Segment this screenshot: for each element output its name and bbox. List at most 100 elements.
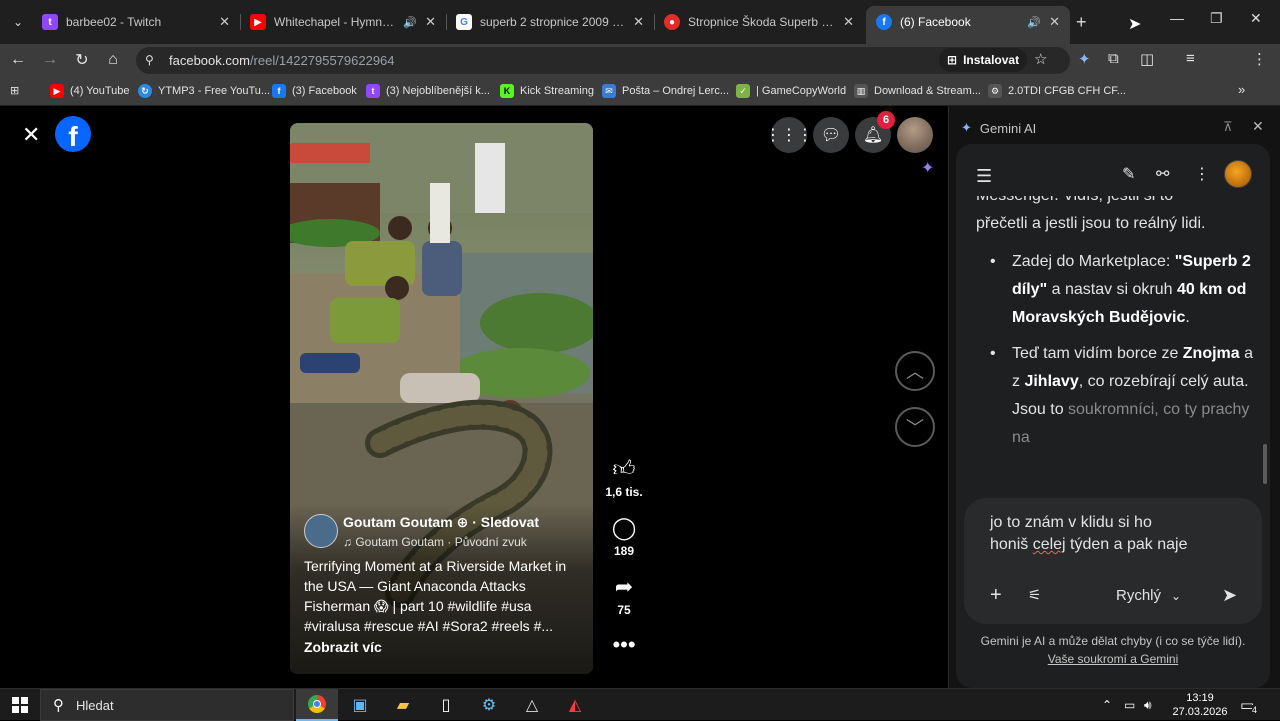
tab-facebook[interactable]: f (6) Facebook 🔊 ✕ xyxy=(866,6,1070,44)
messenger-button[interactable]: 💬︎ xyxy=(813,117,849,153)
like-button[interactable]: 👍︎ 1,6 tis. xyxy=(594,457,654,500)
taskbar-notepad[interactable]: ▯ xyxy=(425,689,467,721)
gemini-chat-card: ☰ ✎ ⚯ ⋮ Messenger. Vidíš, jestli si to p… xyxy=(956,144,1270,688)
speaker-icon[interactable]: 🔊︎ xyxy=(1144,698,1152,713)
bookmark-facebook[interactable]: f (3) Facebook xyxy=(272,84,357,98)
comment-button[interactable]: ◯ 189 xyxy=(594,515,654,559)
author-name[interactable]: Goutam Goutam xyxy=(343,514,453,530)
share-button[interactable]: ➦ 75 xyxy=(594,575,654,618)
bookmark-twitch[interactable]: t (3) Nejoblíbenější k... xyxy=(366,84,490,98)
taskbar-clock[interactable]: 13:19 27.03.2026 xyxy=(1170,691,1230,719)
model-mode-select[interactable]: Rychlý ⌄ xyxy=(1116,587,1181,604)
taskbar-search[interactable]: ⚲ Hledat xyxy=(40,689,294,721)
chat-transcript: Messenger. Vidíš, jestli si to přečetli … xyxy=(976,196,1256,488)
next-reel-button[interactable]: ﹀ xyxy=(895,407,935,447)
chrome-icon xyxy=(308,695,326,713)
side-panel-icon[interactable]: ◫ xyxy=(1140,50,1154,68)
address-bar[interactable]: ⚲ facebook.com/reel/1422795579622964 xyxy=(136,47,1070,74)
privacy-link[interactable]: Vaše soukromí a Gemini xyxy=(1048,652,1179,666)
meta-ai-sparkle-icon[interactable]: ✦ xyxy=(921,158,934,178)
network-icon[interactable]: ▭ xyxy=(1124,698,1135,712)
taskbar-app-a[interactable]: △ xyxy=(511,689,553,721)
taskbar-explorer[interactable]: ▰ xyxy=(382,689,424,721)
prompt-input-box[interactable]: jo to znám v klidu si ho honiš celej týd… xyxy=(964,498,1262,624)
mouse-cursor-icon: ➤ xyxy=(1128,16,1142,33)
apps-grid-icon[interactable]: ⊞ xyxy=(10,84,19,97)
original-audio-link[interactable]: ♫ Goutam Goutam · Původní zvuk xyxy=(343,535,527,549)
pin-icon[interactable]: ⊼ xyxy=(1223,119,1233,135)
send-button[interactable]: ➤ xyxy=(1222,585,1237,606)
bookmark-download-stream[interactable]: ▥ Download & Stream... xyxy=(854,84,981,98)
media-controls-icon[interactable]: ≡ xyxy=(1186,50,1195,67)
back-button[interactable]: ← xyxy=(8,50,28,70)
clock-time: 13:19 xyxy=(1186,692,1214,704)
bookmark-tdi[interactable]: ⚙ 2.0TDI CFGB CFH CF... xyxy=(988,84,1126,98)
close-reel-button[interactable]: ✕ xyxy=(22,122,40,148)
reload-button[interactable]: ↻ xyxy=(72,50,92,70)
add-attachment-button[interactable]: + xyxy=(990,584,1002,607)
taskbar-mail[interactable]: ▣ xyxy=(339,689,381,721)
previous-reel-button[interactable]: ︿ xyxy=(895,351,935,391)
see-more-link[interactable]: Zobrazit víc xyxy=(304,639,382,655)
speaker-icon[interactable]: 🔊 xyxy=(403,16,417,29)
menu-kebab-icon[interactable]: ⋮ xyxy=(1252,50,1267,68)
menu-button[interactable]: ⋮⋮⋮ xyxy=(765,117,813,153)
account-avatar[interactable] xyxy=(897,117,933,153)
bookmark-star-icon[interactable]: ☆ xyxy=(1034,50,1047,68)
more-options-button[interactable]: ••• xyxy=(594,633,654,657)
bookmark-youtube[interactable]: ▶ (4) YouTube xyxy=(50,84,130,98)
tab-twitch[interactable]: t barbee02 - Twitch ✕ xyxy=(32,6,240,38)
minimize-button[interactable]: — xyxy=(1170,10,1184,26)
close-panel-button[interactable]: ✕ xyxy=(1252,118,1264,135)
new-tab-button[interactable]: + xyxy=(1076,12,1087,33)
bookmark-kick[interactable]: K Kick Streaming xyxy=(500,84,594,98)
gemini-side-panel: ✦ Gemini AI ⊼ ✕ ☰ ✎ ⚯ ⋮ Messenger. Vidíš… xyxy=(948,106,1280,688)
site-settings-icon[interactable]: ⚲ xyxy=(145,53,154,67)
maximize-button[interactable]: ❐ xyxy=(1210,10,1223,27)
reel-video[interactable]: Goutam Goutam ⊕ · Sledovat ♫ Goutam Gout… xyxy=(290,123,593,674)
new-chat-edit-icon[interactable]: ✎ xyxy=(1122,164,1135,184)
extensions-icon[interactable]: ⧉ xyxy=(1108,50,1119,67)
author-avatar[interactable] xyxy=(304,514,338,548)
windows-start-button[interactable] xyxy=(12,697,28,713)
home-button[interactable]: ⌂ xyxy=(103,50,123,70)
gcw-icon: ✓ xyxy=(736,84,750,98)
more-vert-icon[interactable]: ⋮ xyxy=(1194,164,1210,184)
speaker-icon[interactable]: 🔊 xyxy=(1027,16,1041,29)
taskbar-chrome[interactable] xyxy=(296,689,338,721)
tab-close-icon[interactable]: ✕ xyxy=(219,14,230,30)
close-window-button[interactable]: ✕ xyxy=(1250,10,1262,27)
tab-search-button[interactable]: ⌄ xyxy=(6,10,30,34)
share-icon[interactable]: ⚯ xyxy=(1156,164,1169,184)
url-text[interactable]: facebook.com/reel/1422795579622964 xyxy=(169,53,395,68)
gemini-sparkle-icon[interactable]: ✦ xyxy=(1078,50,1091,68)
prompt-input[interactable]: jo to znám v klidu si ho honiš celej týd… xyxy=(990,512,1230,556)
action-center-count: 4 xyxy=(1252,705,1258,715)
user-avatar[interactable] xyxy=(1224,160,1252,188)
tab-google[interactable]: G superb 2 stropnice 2009 - Hleda ✕ xyxy=(446,6,654,38)
tray-chevron-icon[interactable]: ⌃ xyxy=(1102,698,1112,712)
hamburger-menu-icon[interactable]: ☰ xyxy=(976,166,992,187)
tab-stropnice[interactable]: ● Stropnice Škoda Superb II comb ✕ xyxy=(654,6,864,38)
bookmark-ytmp3[interactable]: ↻ YTMP3 - Free YouTu... xyxy=(138,84,270,98)
forward-button[interactable]: → xyxy=(40,50,60,70)
taskbar-steam[interactable]: ⚙ xyxy=(468,689,510,721)
tab-close-icon[interactable]: ✕ xyxy=(843,14,854,30)
more-bookmarks-icon[interactable]: » xyxy=(1238,82,1245,97)
tools-icon[interactable]: ⚟ xyxy=(1028,586,1041,604)
comment-icon: ◯ xyxy=(611,515,637,540)
bookmark-posta[interactable]: ✉ Pošta – Ondrej Lerc... xyxy=(602,84,729,98)
taskbar-app-b[interactable]: ◭ xyxy=(554,689,596,721)
install-app-button[interactable]: ⊞ Instalovat xyxy=(939,48,1028,72)
tab-title: Stropnice Škoda Superb II comb xyxy=(688,15,835,29)
facebook-logo[interactable]: f xyxy=(55,116,91,152)
tab-close-icon[interactable]: ✕ xyxy=(425,14,436,30)
tab-close-icon[interactable]: ✕ xyxy=(1049,14,1060,30)
bookmark-gamecopyworld[interactable]: ✓ | GameCopyWorld xyxy=(736,84,846,98)
chat-scrollbar[interactable] xyxy=(1263,444,1267,484)
follow-button[interactable]: · Sledovat xyxy=(472,514,539,530)
tab-title: (6) Facebook xyxy=(900,15,971,29)
tab-close-icon[interactable]: ✕ xyxy=(633,14,644,30)
tab-youtube[interactable]: ▶ Whitechapel - Hymns in Dis 🔊 ✕ xyxy=(240,6,446,38)
bookmark-label: YTMP3 - Free YouTu... xyxy=(158,85,271,97)
